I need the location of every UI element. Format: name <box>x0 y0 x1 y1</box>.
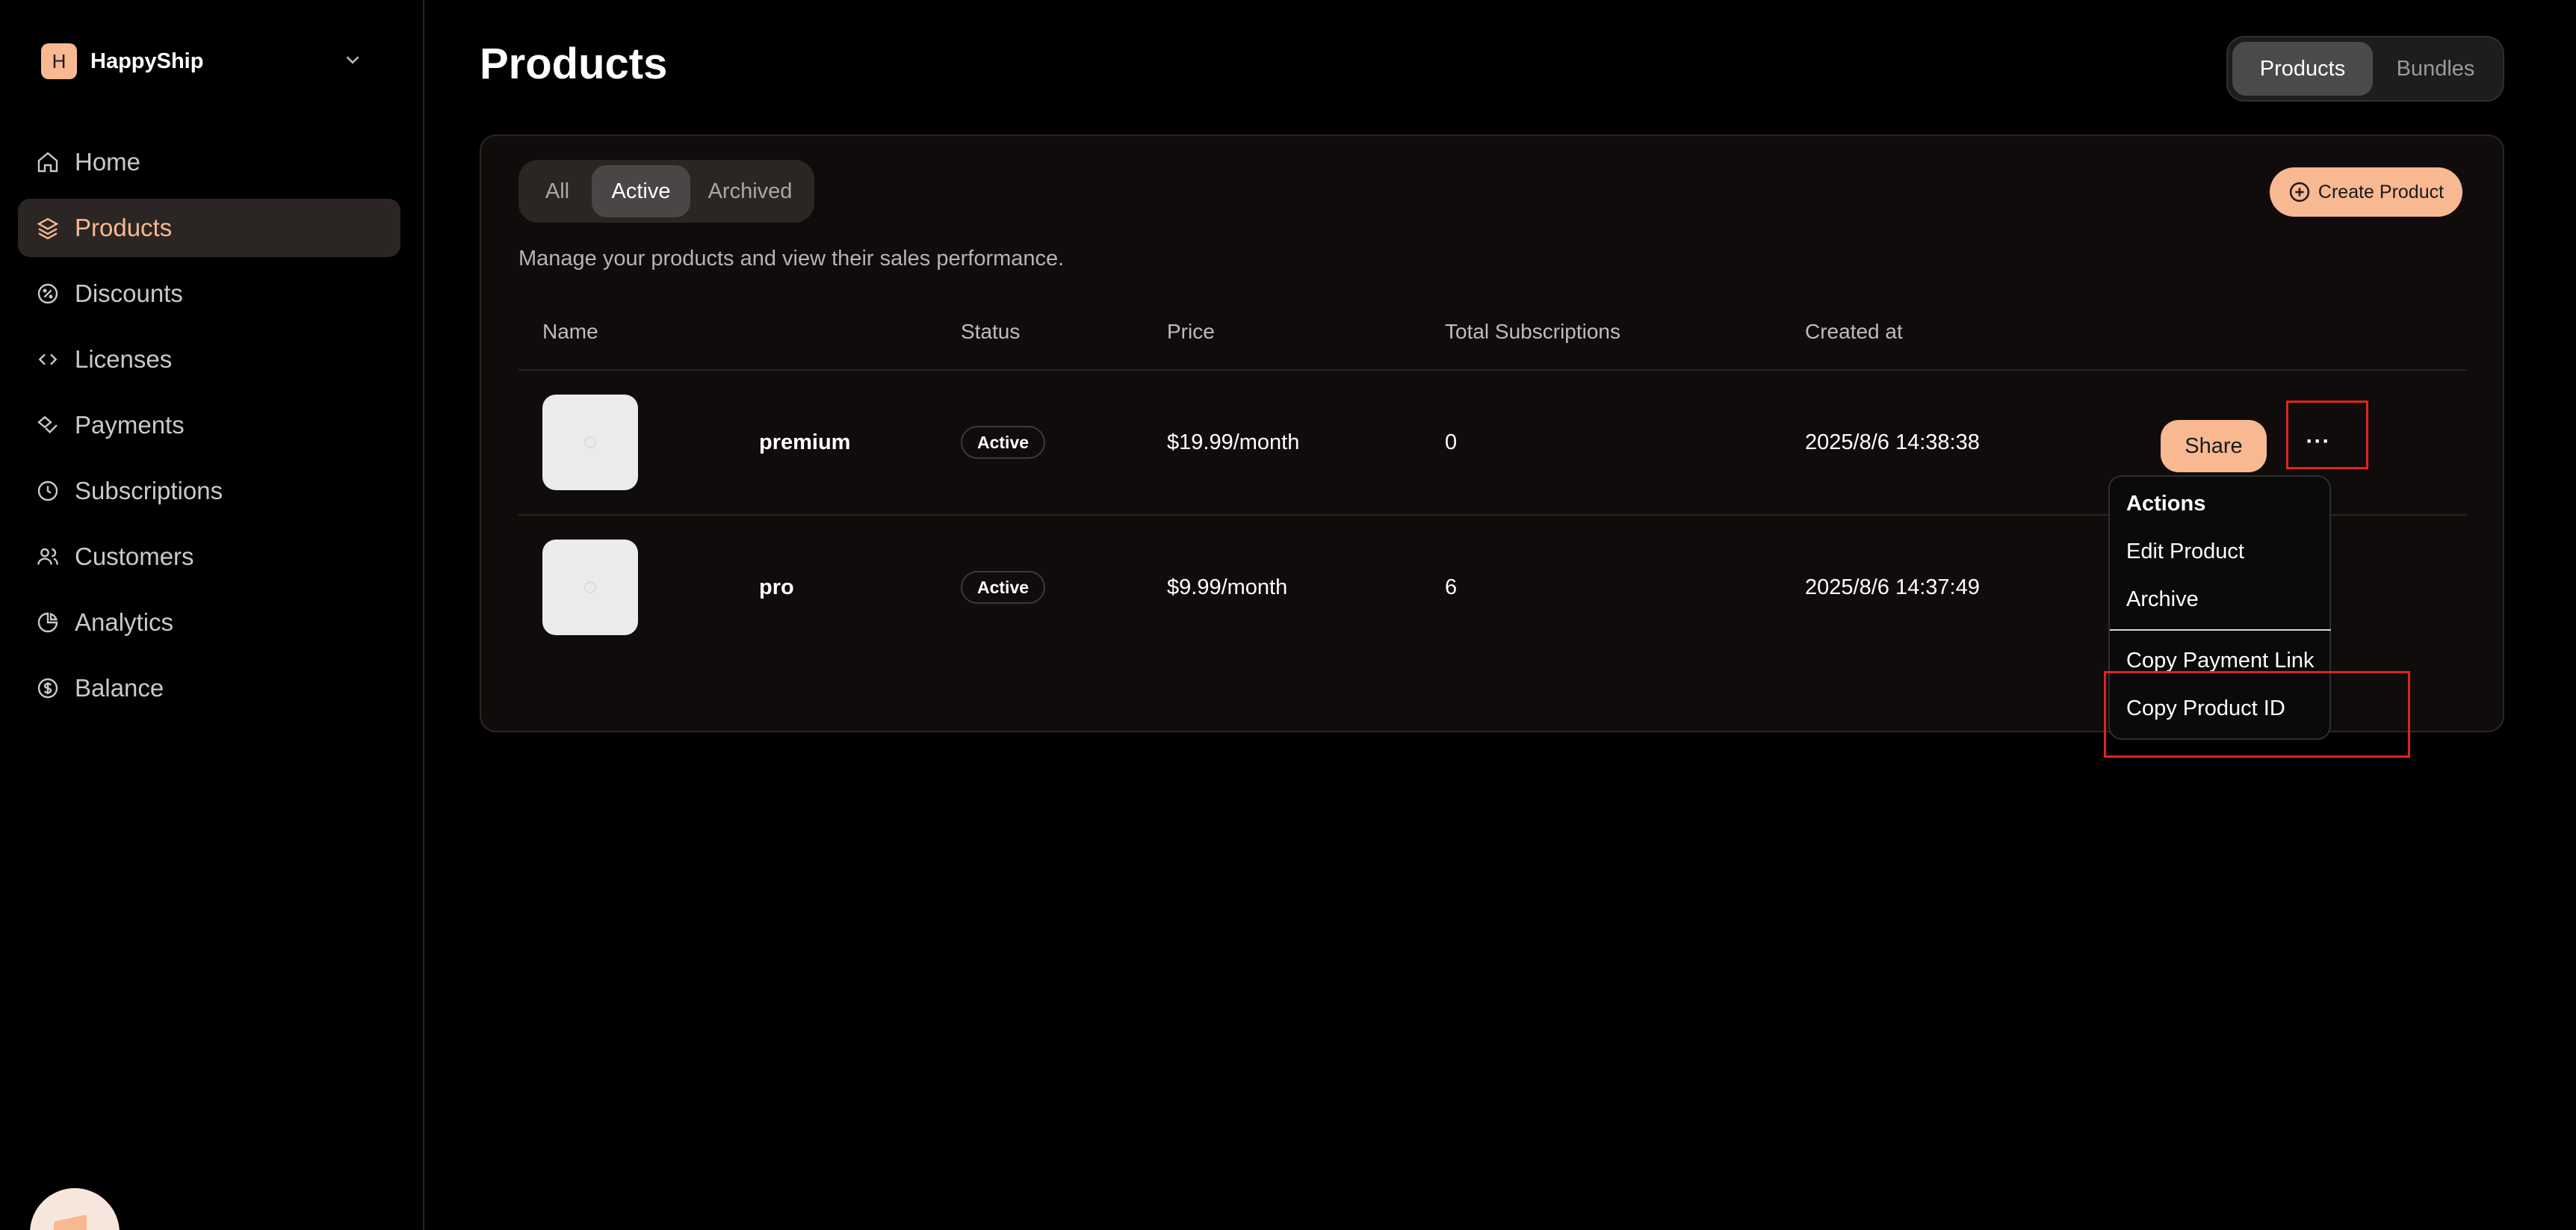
sidebar-item-label: Analytics <box>75 608 174 636</box>
sidebar-item-licenses[interactable]: Licenses <box>18 330 400 389</box>
sidebar-item-subscriptions[interactable]: Subscriptions <box>18 462 400 520</box>
menu-item-copy-payment-link[interactable]: Copy Payment Link <box>2126 649 2314 673</box>
plus-circle-icon <box>2289 182 2310 203</box>
filter-all-tab[interactable]: All <box>523 165 592 217</box>
discount-icon <box>37 283 58 304</box>
sidebar-item-label: Subscriptions <box>75 477 223 504</box>
sidebar-item-customers[interactable]: Customers <box>18 528 400 586</box>
code-icon <box>38 353 58 365</box>
column-header-created: Created at <box>1805 320 1903 343</box>
sidebar-item-label: Home <box>75 148 141 176</box>
sidebar-item-label: Discounts <box>75 279 183 307</box>
product-image <box>542 395 638 490</box>
menu-item-edit-product[interactable]: Edit Product <box>2126 540 2244 564</box>
filter-archived-tab[interactable]: Archived <box>690 165 810 217</box>
chevron-down-icon[interactable] <box>341 49 364 71</box>
image-placeholder-icon <box>584 436 596 448</box>
column-header-subscriptions: Total Subscriptions <box>1445 320 1621 343</box>
sidebar-item-label: Payments <box>75 411 185 439</box>
create-product-button[interactable]: Create Product <box>2270 167 2462 217</box>
layers-icon <box>37 217 59 240</box>
product-price: $19.99/month <box>1167 430 1300 454</box>
view-bundles-button[interactable]: Bundles <box>2373 42 2498 96</box>
sidebar: H HappyShip Home Products Discounts Lice… <box>0 0 424 1230</box>
sidebar-item-analytics[interactable]: Analytics <box>18 593 400 652</box>
product-image <box>542 540 638 635</box>
copy-id-highlight <box>2104 671 2410 758</box>
product-price: $9.99/month <box>1167 575 1288 599</box>
users-icon <box>37 548 58 565</box>
sidebar-item-products[interactable]: Products <box>18 199 400 257</box>
sidebar-item-label: Customers <box>75 543 194 570</box>
subscription-count: 6 <box>1445 575 1458 599</box>
share-button[interactable]: Share <box>2161 420 2267 472</box>
status-badge: Active <box>961 571 1046 604</box>
table-header-divider <box>518 369 2467 371</box>
page-title: Products <box>480 40 668 88</box>
view-switch: Products Bundles <box>2226 36 2504 102</box>
product-name: premium <box>759 430 851 454</box>
status-filter: All Active Archived <box>518 160 814 223</box>
org-logo: H <box>41 43 77 79</box>
menu-title: Actions <box>2126 492 2206 516</box>
sidebar-item-balance[interactable]: Balance <box>18 659 400 717</box>
status-badge: Active <box>961 426 1046 459</box>
org-switcher[interactable]: H HappyShip <box>41 43 385 80</box>
created-at: 2025/8/6 14:38:38 <box>1805 430 1980 454</box>
subscription-count: 0 <box>1445 430 1458 454</box>
sidebar-item-discounts[interactable]: Discounts <box>18 265 400 323</box>
sidebar-item-label: Balance <box>75 674 164 702</box>
image-placeholder-icon <box>584 581 596 593</box>
sidebar-item-payments[interactable]: Payments <box>18 396 400 454</box>
sidebar-item-home[interactable]: Home <box>18 133 400 191</box>
payments-icon <box>37 415 58 434</box>
more-button-highlight <box>2286 401 2368 469</box>
sidebar-item-label: Licenses <box>75 345 173 373</box>
help-widget-button[interactable] <box>30 1188 120 1230</box>
page-description: Manage your products and view their sale… <box>518 247 1065 271</box>
org-name: HappyShip <box>90 49 204 73</box>
column-header-name: Name <box>542 320 598 343</box>
dollar-circle-icon <box>37 678 58 699</box>
product-name: pro <box>759 575 794 599</box>
menu-item-archive[interactable]: Archive <box>2126 587 2199 612</box>
view-products-button[interactable]: Products <box>2232 42 2373 96</box>
create-product-label: Create Product <box>2318 181 2445 203</box>
home-icon <box>37 152 58 173</box>
pie-chart-icon <box>37 612 58 633</box>
sidebar-nav: Home Products Discounts Licenses Payment… <box>18 133 400 725</box>
sidebar-item-label: Products <box>75 214 173 241</box>
filter-active-tab[interactable]: Active <box>592 165 690 217</box>
created-at: 2025/8/6 14:37:49 <box>1805 575 1980 599</box>
clock-icon <box>37 480 58 501</box>
column-header-price: Price <box>1167 320 1215 343</box>
menu-separator <box>2110 629 2331 631</box>
column-header-status: Status <box>961 320 1021 343</box>
chat-icon <box>54 1214 87 1230</box>
